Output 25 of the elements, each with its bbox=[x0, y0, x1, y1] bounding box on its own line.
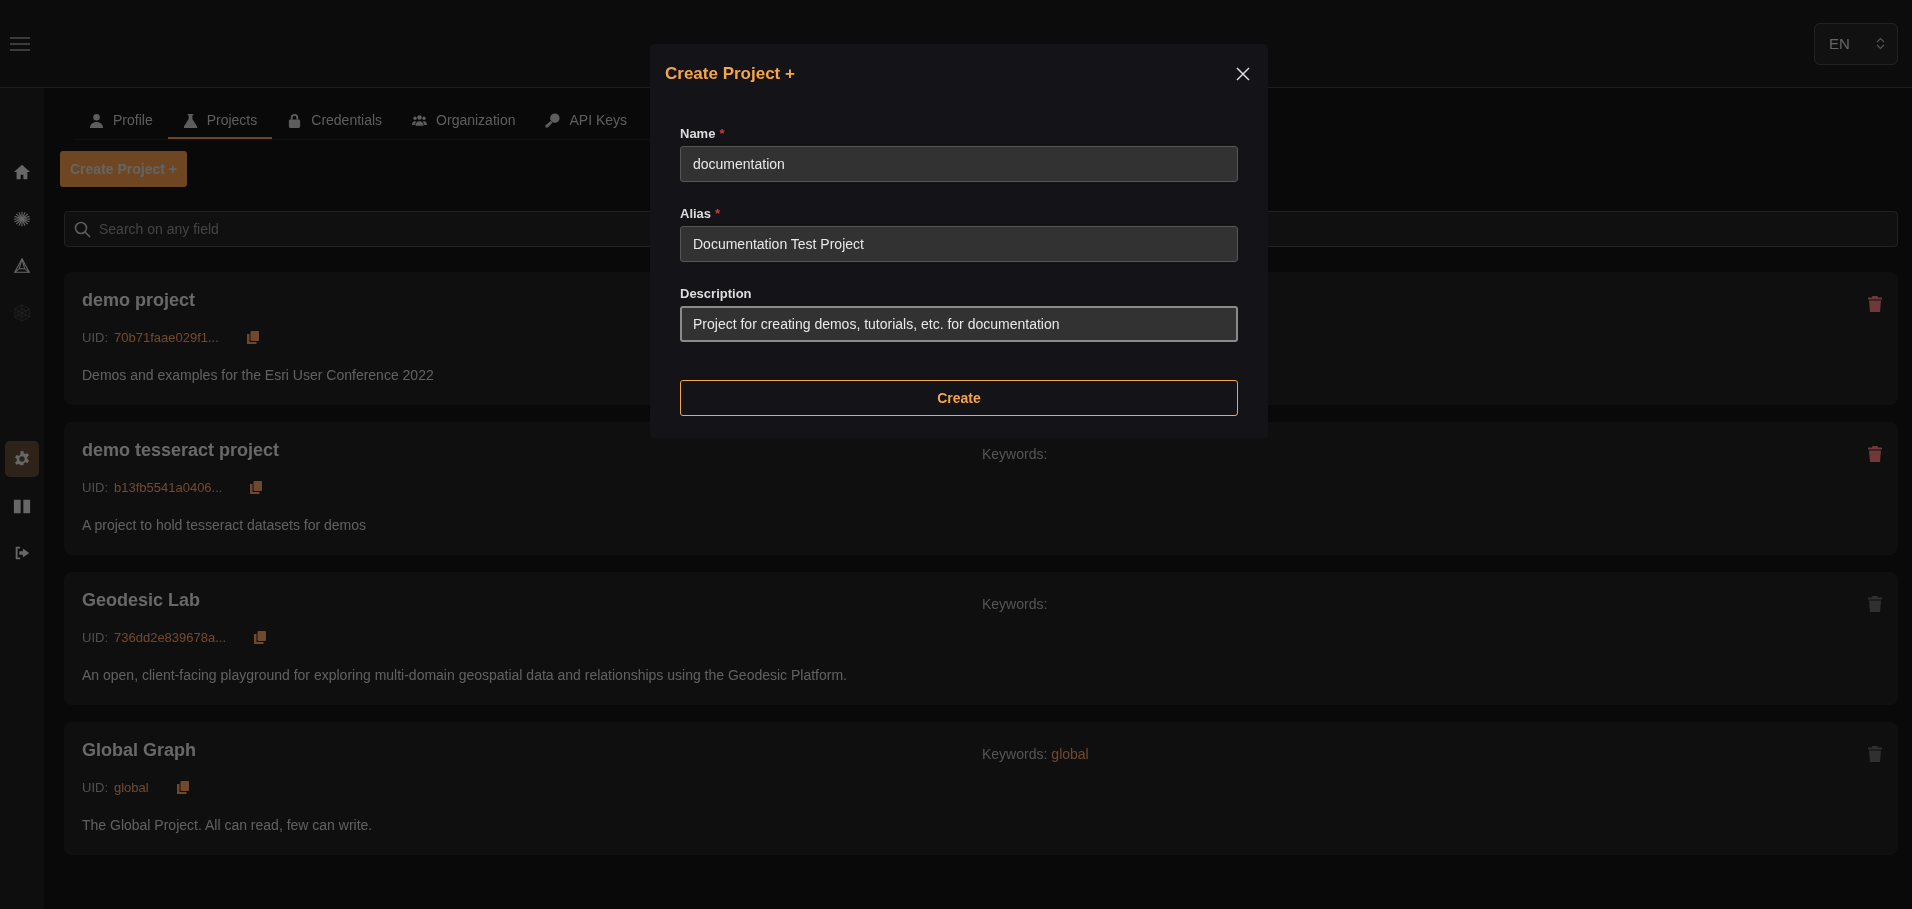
project-description: Demos and examples for the Esri User Conference 2022 bbox=[82, 367, 434, 383]
keywords-label: Keywords: bbox=[982, 746, 1048, 764]
required-mark: * bbox=[715, 206, 721, 221]
field-label: Description bbox=[680, 286, 752, 301]
uid-value: global bbox=[114, 780, 149, 795]
project-title: Global Graph bbox=[82, 740, 196, 762]
uid-label: UID: bbox=[82, 780, 108, 795]
project-description: An open, client-facing playground for exploring multi-domain geospatial data and relationships using the Geodesic Platform. bbox=[82, 667, 847, 683]
uid-label: UID: bbox=[82, 630, 108, 645]
uid-value: 70b71faae029f1... bbox=[114, 330, 219, 345]
field-label: Alias bbox=[680, 206, 712, 221]
uid-value: 736dd2e839678a... bbox=[114, 630, 227, 645]
uid-label: UID: bbox=[82, 330, 108, 345]
uid-value: b13fb5541a0406... bbox=[114, 480, 223, 495]
keywords-label: Keywords: bbox=[982, 446, 1048, 464]
project-description: A project to hold tesseract datasets for demos bbox=[82, 517, 367, 533]
project-title: Geodesic Lab bbox=[82, 590, 201, 612]
required-mark: * bbox=[719, 126, 725, 141]
field-label: Name bbox=[680, 126, 716, 141]
project-title: demo tesseract project bbox=[82, 440, 280, 462]
project-title: demo project bbox=[82, 290, 196, 312]
dialog-title: Create Project + bbox=[665, 64, 795, 84]
uid-label: UID: bbox=[82, 480, 108, 495]
project-description: The Global Project. All can read, few can write. bbox=[82, 817, 373, 833]
keywords-label: Keywords: bbox=[982, 596, 1048, 614]
